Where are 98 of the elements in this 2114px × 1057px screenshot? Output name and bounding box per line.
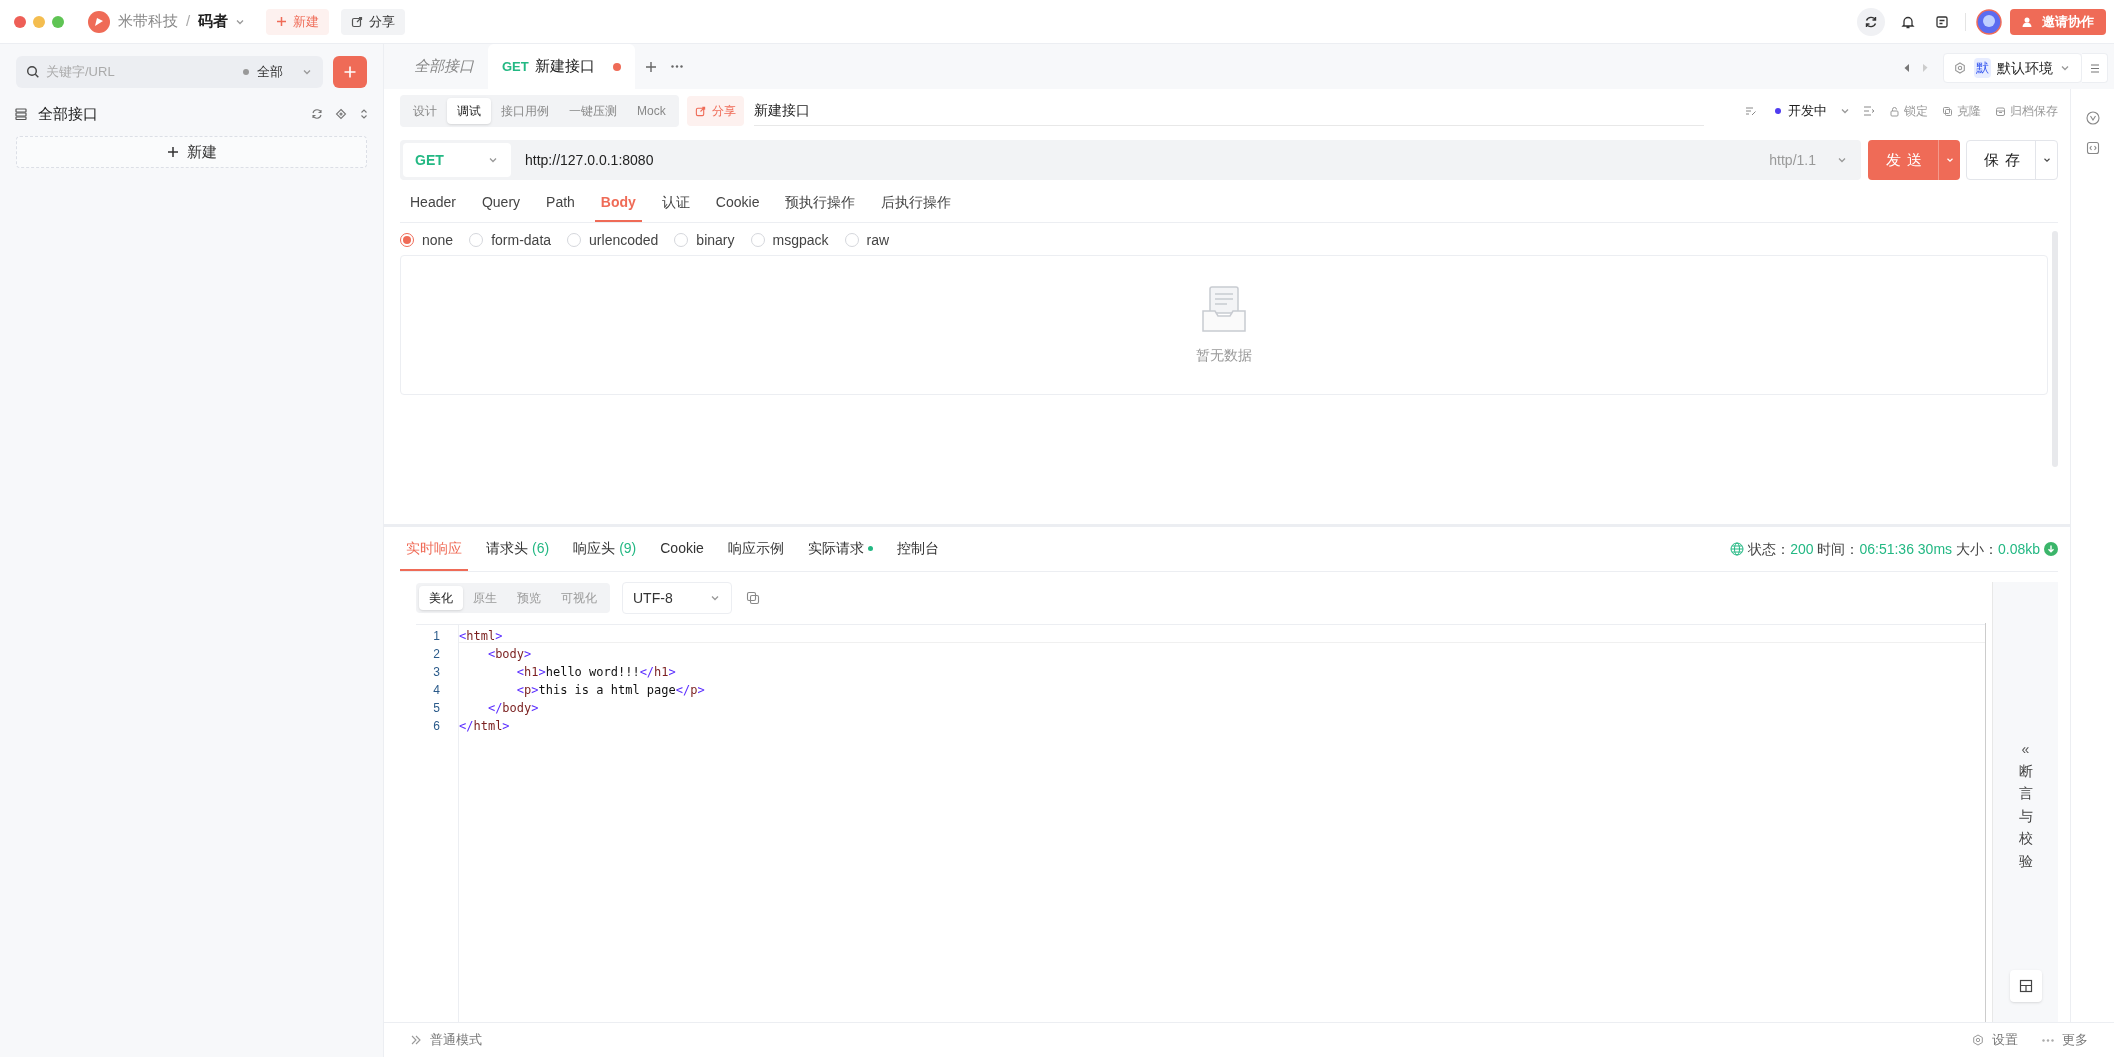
expand-collapse-icon[interactable] [359, 108, 369, 120]
url-field[interactable]: http://127.0.0.1:8080 [525, 149, 654, 171]
environment-select[interactable]: 默 默认环境 [1943, 53, 2082, 83]
param-tab[interactable]: Query [475, 184, 527, 222]
empty-state-text: 暂无数据 [1196, 345, 1252, 365]
api-name-field[interactable]: 新建接口 [753, 100, 810, 121]
archive-box-icon [1995, 105, 2006, 117]
plus-icon [343, 65, 357, 79]
mode-label[interactable]: 普通模式 [430, 1030, 482, 1050]
status-select[interactable]: 开发中 [1788, 101, 1827, 121]
body-type-radio[interactable]: raw [844, 229, 890, 251]
code-line: <p>this is a html page</p> [515, 682, 705, 699]
param-tab[interactable]: Header [404, 184, 462, 222]
previous-icon[interactable] [1903, 63, 1911, 73]
settings-button[interactable]: 设置 [1972, 1030, 2018, 1050]
response-tab[interactable]: 控制台 [890, 527, 945, 571]
copy-icon [1942, 105, 1953, 117]
globe-icon [1730, 542, 1745, 556]
line-number: 6 [432, 718, 441, 735]
response-tab[interactable]: Cookie [654, 527, 710, 571]
breadcrumb-separator: / [186, 11, 191, 32]
body-type-radio[interactable]: binary [674, 229, 735, 251]
code-icon[interactable] [2085, 141, 2100, 155]
line-number: 5 [432, 700, 441, 717]
notification-bell-icon[interactable] [1901, 14, 1915, 29]
menu-button[interactable] [2082, 53, 2108, 83]
line-number: 4 [432, 682, 441, 699]
copy-icon[interactable] [746, 591, 760, 605]
edit-lines-icon[interactable] [1745, 105, 1757, 117]
line-number: 3 [432, 664, 441, 681]
response-tab[interactable]: 响应示例 [721, 527, 790, 571]
refresh-icon[interactable] [311, 108, 323, 120]
line-number: 2 [432, 646, 441, 663]
response-tab[interactable]: 实际请求 [801, 527, 879, 571]
plus-icon [166, 146, 179, 158]
layout-icon [2018, 979, 2033, 993]
verify-icon[interactable] [2085, 111, 2100, 125]
more-tabs-button[interactable] [670, 65, 683, 68]
body-type-radio[interactable]: msgpack [750, 229, 829, 251]
editor-tab[interactable]: GET 新建接口 [488, 44, 635, 89]
encoding-select[interactable]: UTF-8 [622, 582, 732, 614]
menu-icon [2089, 63, 2100, 73]
new-api-button[interactable]: 新建 [16, 136, 367, 168]
response-tab[interactable]: 请求头 (6) [480, 527, 556, 571]
param-tab[interactable]: 预执行操作 [779, 184, 862, 222]
mode-tab[interactable]: 调试 [447, 98, 491, 124]
body-type-radio[interactable]: form-data [469, 229, 552, 251]
close-window-button[interactable] [14, 15, 26, 28]
expand-panel-button[interactable]: « [2021, 742, 2030, 756]
lock-icon [1889, 105, 1900, 117]
more-icon [2042, 1038, 2054, 1042]
download-icon[interactable] [2044, 542, 2058, 556]
zoom-window-button[interactable] [52, 15, 64, 28]
add-tab-button[interactable] [644, 61, 657, 73]
param-tab[interactable]: 后执行操作 [875, 184, 958, 222]
param-tab[interactable]: Path [540, 184, 581, 222]
user-icon [2022, 15, 2034, 28]
app-logo-icon [88, 10, 110, 33]
folder-stack-icon [14, 107, 28, 121]
more-button[interactable]: 更多 [2042, 1030, 2088, 1050]
assertion-panel-label[interactable]: 断言与校验 [2018, 760, 2033, 872]
param-tab[interactable]: 认证 [655, 184, 696, 222]
share-button[interactable]: 分享 [341, 8, 406, 35]
plus-icon [276, 16, 288, 27]
document-icon[interactable] [1935, 14, 1949, 29]
share-icon [351, 15, 364, 28]
response-tab[interactable]: 响应头 (9) [567, 527, 643, 571]
search-icon [26, 65, 40, 79]
minimize-window-button[interactable] [33, 15, 45, 28]
body-type-radio[interactable]: urlencoded [567, 229, 659, 251]
empty-tray-icon [1201, 284, 1247, 335]
gear-icon [1972, 1034, 1984, 1046]
user-avatar[interactable] [1976, 8, 2002, 35]
code-line: <html> [459, 628, 503, 645]
filter-select[interactable]: 全部 [257, 62, 283, 82]
tree-item[interactable]: 全部接口 [38, 102, 98, 126]
code-line: <body> [486, 646, 532, 663]
code-line: <h1>hello word!!!</h1> [515, 664, 676, 681]
refresh-icon [1864, 14, 1878, 29]
search-field[interactable]: 关键字/URL 全部 [16, 56, 323, 88]
refresh-button[interactable] [1857, 7, 1885, 36]
share-icon [694, 105, 706, 117]
hexagon-icon [1954, 62, 1966, 74]
double-chevron-icon[interactable] [410, 1034, 422, 1046]
param-tab[interactable]: Cookie [709, 184, 766, 222]
editor-tab[interactable]: 全部接口 [400, 44, 488, 89]
code-line: </body> [486, 700, 539, 717]
layout-button[interactable] [2009, 970, 2042, 1002]
line-number: 1 [432, 628, 441, 645]
outline-icon[interactable] [1863, 105, 1875, 117]
locate-icon[interactable] [335, 108, 347, 120]
body-type-radio[interactable]: none [400, 229, 454, 251]
project-name[interactable]: 码者 [198, 10, 229, 33]
code-line: </html> [459, 718, 510, 735]
view-mode-tab[interactable]: 美化 [419, 586, 463, 610]
add-button[interactable] [333, 56, 367, 88]
team-name[interactable]: 米带科技 [118, 10, 178, 33]
response-status-info: 状态：200 时间：06:51:36 30ms 大小：0.08kb [1748, 539, 2040, 559]
